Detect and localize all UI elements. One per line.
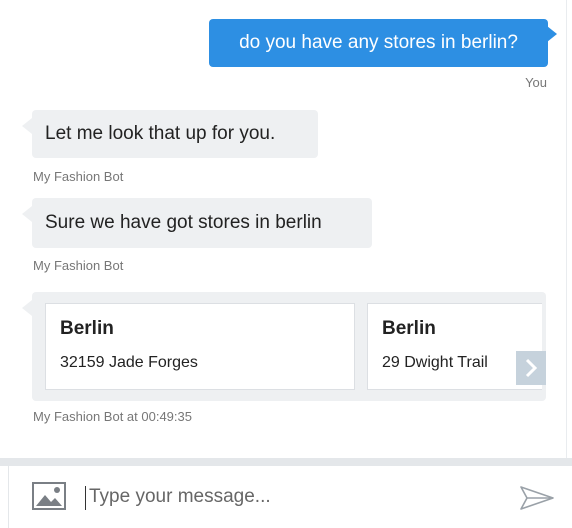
store-card-title: Berlin — [382, 318, 436, 339]
store-card[interactable]: Berlin 32159 Jade Forges — [45, 303, 355, 390]
user-sender-label: You — [525, 75, 547, 90]
text-caret — [85, 486, 86, 510]
bot-sender-label: My Fashion Bot — [33, 258, 124, 273]
store-carousel[interactable]: Berlin 32159 Jade Forges Berlin 29 Dwigh… — [32, 292, 546, 401]
chat-transcript: do you have any stores in berlin? You Le… — [0, 0, 572, 458]
chevron-right-icon — [525, 358, 538, 378]
bot-message-bubble: Sure we have got stores in berlin — [22, 198, 372, 248]
scroll-track — [566, 0, 567, 458]
bot-sender-label: My Fashion Bot — [33, 169, 124, 184]
bot-message-text: Sure we have got stores in berlin — [45, 212, 322, 233]
store-card-address: 32159 Jade Forges — [60, 354, 198, 371]
bot-message-text: Let me look that up for you. — [45, 123, 276, 144]
carousel-next-button[interactable] — [516, 351, 546, 385]
user-message-text: do you have any stores in berlin? — [239, 32, 518, 53]
store-card-title: Berlin — [60, 318, 114, 339]
image-icon[interactable] — [32, 482, 66, 510]
message-input[interactable] — [89, 482, 469, 512]
carousel-pointer — [22, 300, 32, 316]
send-icon[interactable] — [519, 484, 555, 512]
message-composer — [8, 466, 572, 528]
carousel-sender-label: My Fashion Bot at 00:49:35 — [33, 409, 192, 424]
bot-message-bubble: Let me look that up for you. — [22, 110, 318, 158]
user-message-bubble: do you have any stores in berlin? — [209, 19, 557, 67]
composer-divider — [0, 458, 572, 466]
